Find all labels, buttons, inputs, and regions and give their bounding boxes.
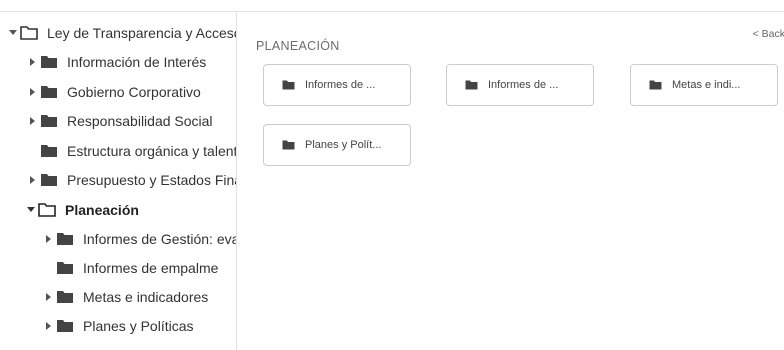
tree-label: Informes de Gestión: evaluación [83,231,236,247]
folder-card-label: Informes de ... [488,79,559,91]
tree-label: Informes de empalme [83,260,219,276]
tree-subitem-metas-indicadores[interactable]: Metas e indicadores [44,286,208,308]
tree-label-selected: Planeación [65,202,139,218]
caret-right-icon[interactable] [28,87,38,97]
folder-card[interactable]: Metas e indi... [630,64,778,106]
caret-right-icon[interactable] [44,234,54,244]
folder-card[interactable]: Informes de ... [446,64,594,106]
tree-item-responsabilidad-social[interactable]: Responsabilidad Social [28,110,213,132]
folder-content-panel: PLANEACIÓN < Back Informes de ... Inform… [238,12,784,350]
folder-icon [40,173,58,187]
folder-open-outline-icon [38,203,56,217]
folder-icon [282,80,295,90]
folder-icon [40,144,58,158]
tree-item-informacion-interes[interactable]: Información de Interés [28,51,206,73]
tree-subitem-planes-politicas[interactable]: Planes y Políticas [44,315,194,337]
folder-icon [282,140,295,150]
folder-icon [56,319,74,333]
tree-item-gobierno-corporativo[interactable]: Gobierno Corporativo [28,81,201,103]
folder-icon [40,85,58,99]
caret-right-icon[interactable] [44,321,54,331]
back-link[interactable]: < Back [753,28,784,40]
tree-label: Gobierno Corporativo [67,84,201,100]
caret-right-icon[interactable] [28,116,38,126]
folder-icon [56,290,74,304]
caret-right-icon[interactable] [44,292,54,302]
tree-item-planeacion[interactable]: Planeación [26,199,139,221]
folder-icon [56,261,74,275]
tree-label: Información de Interés [67,54,207,70]
folder-card[interactable]: Informes de ... [263,64,411,106]
folder-open-outline-icon [20,26,38,40]
folder-card-label: Metas e indi... [672,79,741,91]
folder-card-label: Informes de ... [305,79,376,91]
caret-down-icon[interactable] [26,205,36,215]
folder-icon [40,114,58,128]
tree-subitem-informes-gestion[interactable]: Informes de Gestión: evaluación [44,228,236,250]
tree-node-root[interactable]: Ley de Transparencia y Acceso [8,22,237,44]
tree-label: Presupuesto y Estados Financieros [67,172,236,188]
tree-label-root: Ley de Transparencia y Acceso [47,25,237,41]
folder-icon [465,80,478,90]
tree-label: Estructura orgánica y talento [67,143,237,159]
caret-right-icon[interactable] [28,175,38,185]
tree-label: Planes y Políticas [83,318,194,334]
tree-subitem-informes-empalme[interactable]: Informes de empalme [44,257,218,279]
folder-card-label: Planes y Polít... [305,139,382,151]
tree-label: Responsabilidad Social [67,113,213,129]
folder-icon [56,232,74,246]
caret-right-icon[interactable] [28,57,38,67]
folder-icon [40,55,58,69]
folder-icon [649,80,662,90]
tree-item-presupuesto[interactable]: Presupuesto y Estados Financieros [28,169,236,191]
page-title: PLANEACIÓN [256,39,340,53]
folder-card[interactable]: Planes y Polít... [263,124,411,166]
caret-down-icon[interactable] [8,28,18,38]
tree-label: Metas e indicadores [83,289,209,305]
folder-tree: Ley de Transparencia y Acceso Informació… [0,12,237,350]
tree-item-estructura-organica[interactable]: Estructura orgánica y talento [28,140,237,162]
